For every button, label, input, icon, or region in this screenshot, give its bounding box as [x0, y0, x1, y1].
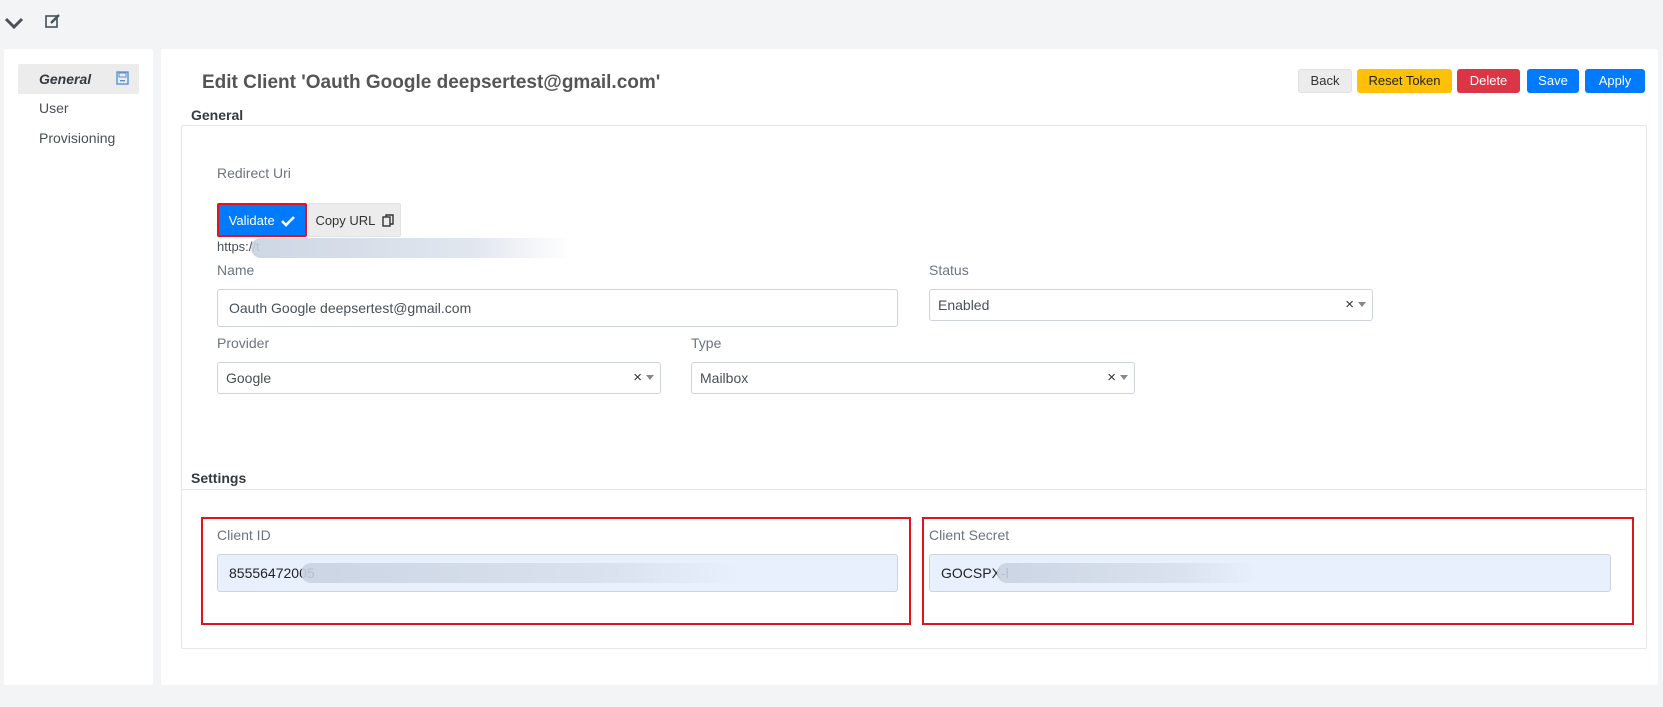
- copy-icon: [381, 213, 394, 227]
- back-button[interactable]: Back: [1298, 69, 1352, 93]
- provider-select[interactable]: Google ×: [217, 362, 661, 394]
- main-content: Edit Client 'Oauth Google deepsertest@gm…: [161, 49, 1658, 685]
- chevron-down-icon[interactable]: [3, 12, 25, 34]
- name-label: Name: [217, 262, 255, 278]
- copy-url-button[interactable]: Copy URL: [308, 203, 401, 237]
- caret-down-icon[interactable]: [1120, 375, 1128, 380]
- status-select[interactable]: Enabled ×: [929, 289, 1373, 321]
- top-toolbar: [0, 0, 1663, 44]
- edit-icon[interactable]: [44, 12, 66, 34]
- reset-token-button[interactable]: Reset Token: [1357, 69, 1452, 93]
- copy-url-button-label: Copy URL: [315, 212, 375, 228]
- provider-select-value: Google: [226, 370, 272, 386]
- caret-down-icon[interactable]: [1358, 302, 1366, 307]
- sidebar-item-label: User: [39, 100, 69, 116]
- sidebar-item-user[interactable]: User: [18, 93, 139, 123]
- delete-button[interactable]: Delete: [1457, 69, 1520, 93]
- redacted-region: [251, 238, 571, 258]
- clear-icon[interactable]: ×: [1107, 363, 1116, 393]
- redirect-uri-label: Redirect Uri: [217, 165, 291, 181]
- clear-icon[interactable]: ×: [633, 363, 642, 393]
- sidebar-item-general[interactable]: General: [18, 64, 139, 94]
- type-label: Type: [691, 335, 722, 351]
- checkmark-icon: [281, 215, 296, 227]
- client-id-label: Client ID: [217, 527, 271, 543]
- status-label: Status: [929, 262, 969, 278]
- sidebar-item-label: Provisioning: [39, 130, 116, 146]
- save-button[interactable]: Save: [1527, 69, 1579, 93]
- sidebar-item-label: General: [39, 71, 92, 87]
- status-select-value: Enabled: [938, 297, 990, 313]
- sidebar: General User Provisioning: [4, 49, 153, 685]
- type-select-value: Mailbox: [700, 370, 749, 386]
- provider-label: Provider: [217, 335, 270, 351]
- redacted-region: [997, 563, 1257, 583]
- apply-button[interactable]: Apply: [1585, 69, 1645, 93]
- action-buttons: Back Reset Token Delete Save Apply: [161, 69, 1658, 93]
- validate-button-label: Validate: [228, 212, 275, 228]
- redacted-region: [301, 563, 741, 583]
- settings-section-title: Settings: [191, 470, 247, 486]
- type-select[interactable]: Mailbox ×: [691, 362, 1135, 394]
- sidebar-item-provisioning[interactable]: Provisioning: [18, 123, 139, 153]
- name-input[interactable]: Oauth Google deepsertest@gmail.com: [217, 289, 898, 327]
- general-section-title: General: [191, 107, 244, 123]
- client-secret-label: Client Secret: [929, 527, 1010, 543]
- save-icon: [116, 71, 129, 85]
- clear-icon[interactable]: ×: [1345, 290, 1354, 320]
- caret-down-icon[interactable]: [646, 375, 654, 380]
- validate-button[interactable]: Validate: [217, 203, 307, 237]
